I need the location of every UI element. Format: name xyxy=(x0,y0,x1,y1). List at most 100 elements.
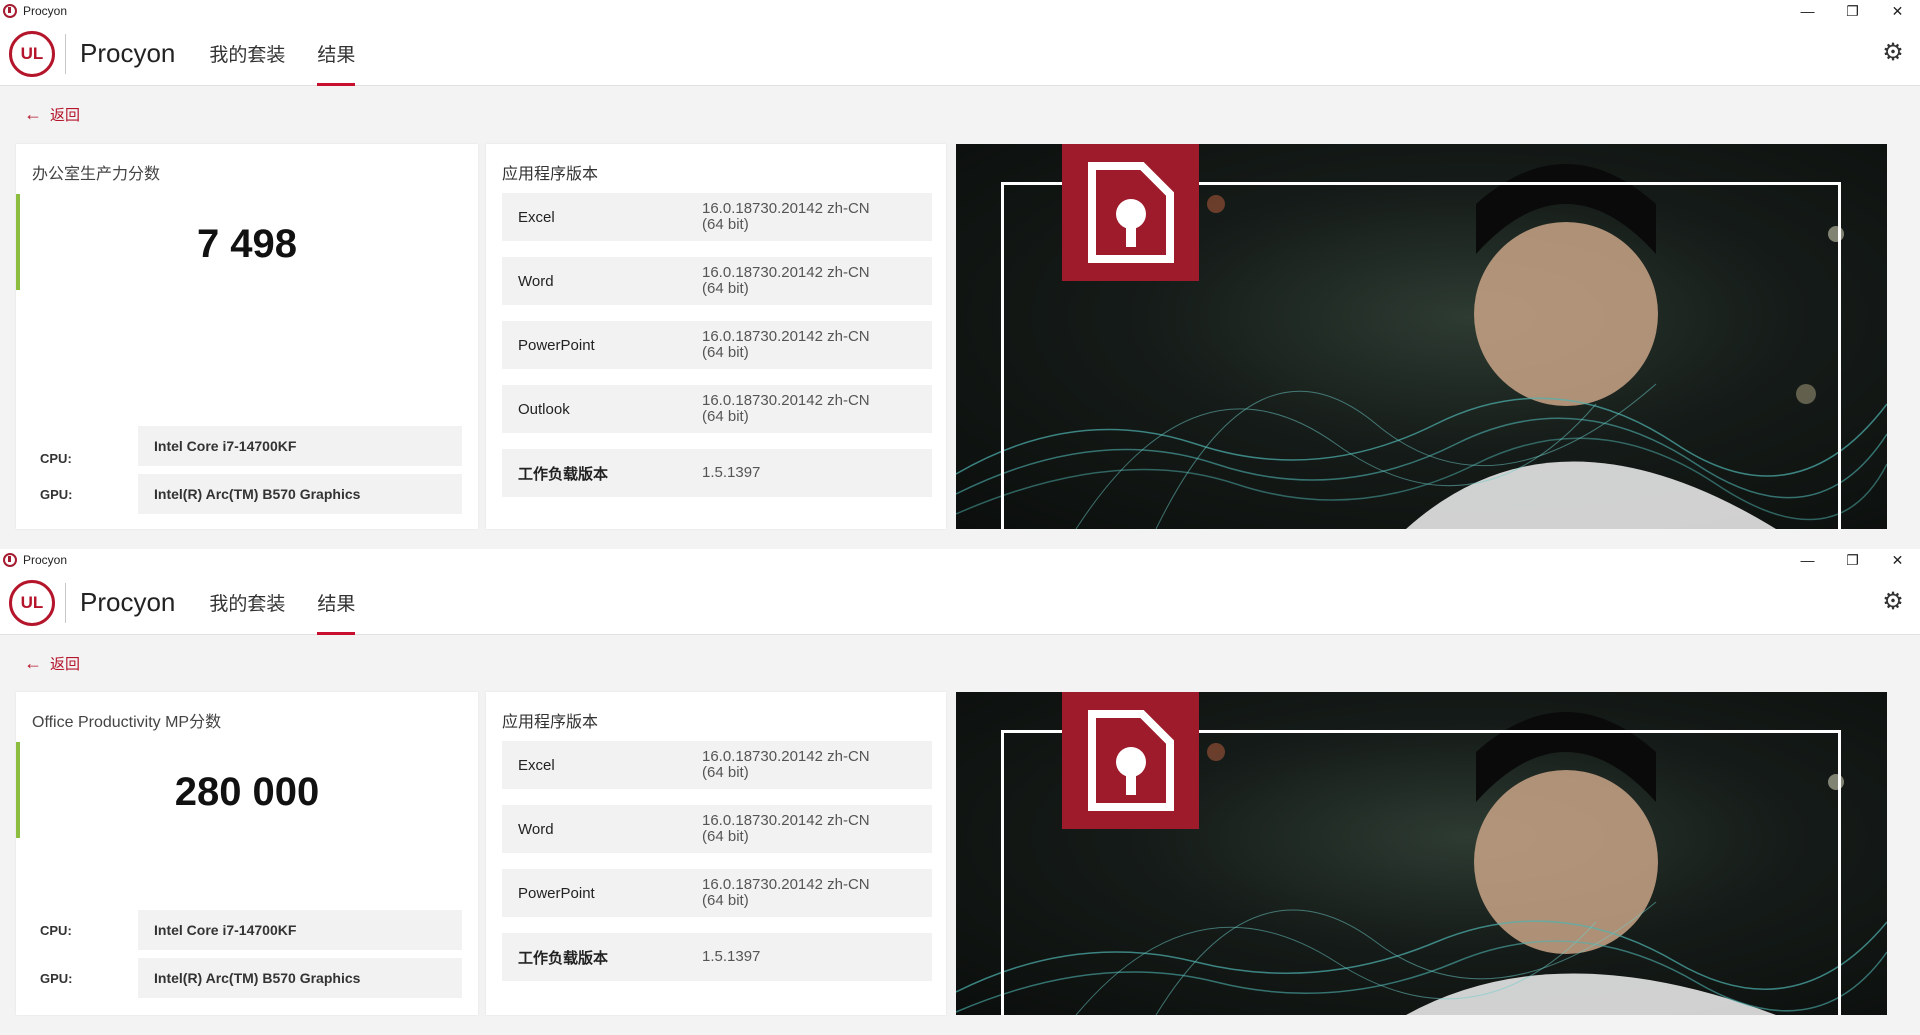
app-row-workload: 工作负载版本 1.5.1397 xyxy=(502,449,932,497)
app-versions-heading: 应用程序版本 xyxy=(502,166,599,183)
nav-my-suites[interactable]: 我的套装 xyxy=(209,22,285,86)
app-version-line2: (64 bit) xyxy=(702,216,749,233)
nav-my-suites[interactable]: 我的套装 xyxy=(209,571,285,635)
procyon-window-2: Procyon — ❐ ✕ UL Procyon 我的套装 结果 ⚙ ← 返回 … xyxy=(0,549,1920,1035)
nav-results[interactable]: 结果 xyxy=(317,571,356,635)
gpu-value: Intel(R) Arc(TM) B570 Graphics xyxy=(138,474,462,514)
window-title: Procyon xyxy=(23,553,68,567)
cpu-label: CPU: xyxy=(40,922,72,938)
app-versions-heading: 应用程序版本 xyxy=(502,714,599,731)
app-versions-card: 应用程序版本 Excel 16.0.18730.20142 zh-CN (64 b… xyxy=(486,692,946,1015)
app-versions-card: 应用程序版本 Excel 16.0.18730.20142 zh-CN (64 b… xyxy=(486,144,946,529)
minimize-button[interactable]: — xyxy=(1785,0,1830,22)
score-heading: Office Productivity MP分数 xyxy=(32,714,222,731)
gear-icon[interactable]: ⚙ xyxy=(1880,40,1906,66)
app-row-workload: 工作负载版本 1.5.1397 xyxy=(502,933,932,981)
restore-button[interactable]: ❐ xyxy=(1830,0,1875,22)
app-version-line2: (64 bit) xyxy=(702,344,749,361)
app-version: 16.0.18730.20142 zh-CN (64 bit) xyxy=(702,813,870,845)
app-version-line1: 16.0.18730.20142 zh-CN xyxy=(702,264,870,281)
logo-divider xyxy=(65,33,66,74)
gpu-row: GPU: Intel(R) Arc(TM) B570 Graphics xyxy=(16,958,478,998)
app-version: 16.0.18730.20142 zh-CN (64 bit) xyxy=(702,201,870,233)
app-version: 16.0.18730.20142 zh-CN (64 bit) xyxy=(702,393,870,425)
document-icon xyxy=(1062,144,1199,281)
close-button[interactable]: ✕ xyxy=(1875,549,1920,571)
cpu-row: CPU: Intel Core i7-14700KF xyxy=(16,910,478,950)
brand-name: Procyon xyxy=(80,587,176,617)
app-version-line2: (64 bit) xyxy=(702,280,749,297)
app-row-word: Word 16.0.18730.20142 zh-CN (64 bit) xyxy=(502,257,932,305)
app-version-line1: 16.0.18730.20142 zh-CN xyxy=(702,392,870,409)
app-version-line2: (64 bit) xyxy=(702,828,749,845)
app-name: 工作负载版本 xyxy=(518,465,609,483)
gear-icon[interactable]: ⚙ xyxy=(1880,589,1906,615)
app-version: 16.0.18730.20142 zh-CN (64 bit) xyxy=(702,749,870,781)
app-version: 16.0.18730.20142 zh-CN (64 bit) xyxy=(702,329,870,361)
app-name: Excel xyxy=(518,208,555,226)
app-icon xyxy=(3,553,17,567)
back-arrow-icon: ← xyxy=(24,653,42,673)
back-arrow-icon: ← xyxy=(24,104,42,124)
window-controls: — ❐ ✕ xyxy=(1785,0,1920,22)
gpu-value: Intel(R) Arc(TM) B570 Graphics xyxy=(138,958,462,998)
app-name: PowerPoint xyxy=(518,336,595,354)
app-version-line2: (64 bit) xyxy=(702,408,749,425)
back-link[interactable]: ← 返回 xyxy=(24,104,80,125)
back-label: 返回 xyxy=(50,656,81,673)
app-row-word: Word 16.0.18730.20142 zh-CN (64 bit) xyxy=(502,805,932,853)
gpu-label: GPU: xyxy=(40,970,73,986)
app-name: Word xyxy=(518,272,554,290)
app-name: Outlook xyxy=(518,400,570,418)
brand-name: Procyon xyxy=(80,38,176,68)
ul-logo: UL xyxy=(9,579,55,626)
app-version-line1: 16.0.18730.20142 zh-CN xyxy=(702,876,870,893)
app-header: UL Procyon 我的套装 结果 ⚙ xyxy=(0,571,1920,635)
score-card: 办公室生产力分数 7 498 CPU: Intel Core i7-14700K… xyxy=(16,144,478,529)
window-title: Procyon xyxy=(23,4,68,18)
app-name: Word xyxy=(518,820,554,838)
app-version-line1: 16.0.18730.20142 zh-CN xyxy=(702,200,870,217)
minimize-button[interactable]: — xyxy=(1785,549,1830,571)
close-button[interactable]: ✕ xyxy=(1875,0,1920,22)
app-version-line2: (64 bit) xyxy=(702,892,749,909)
cpu-value: Intel Core i7-14700KF xyxy=(138,910,462,950)
cpu-label: CPU: xyxy=(40,450,72,466)
score-value: 280 000 xyxy=(174,770,320,814)
back-link[interactable]: ← 返回 xyxy=(24,653,80,674)
ul-logo: UL xyxy=(9,30,55,77)
hero-image xyxy=(956,144,1887,529)
title-bar: Procyon — ❐ ✕ xyxy=(0,549,1920,571)
app-version-line1: 16.0.18730.20142 zh-CN xyxy=(702,748,870,765)
cpu-value: Intel Core i7-14700KF xyxy=(138,426,462,466)
app-version-line2: (64 bit) xyxy=(702,764,749,781)
app-row-powerpoint: PowerPoint 16.0.18730.20142 zh-CN (64 bit… xyxy=(502,321,932,369)
app-version-line1: 16.0.18730.20142 zh-CN xyxy=(702,812,870,829)
hero-image xyxy=(956,692,1887,1015)
app-version: 1.5.1397 xyxy=(702,948,761,965)
app-name: Excel xyxy=(518,756,555,774)
app-header: UL Procyon 我的套装 结果 ⚙ xyxy=(0,22,1920,86)
app-row-excel: Excel 16.0.18730.20142 zh-CN (64 bit) xyxy=(502,193,932,241)
gpu-row: GPU: Intel(R) Arc(TM) B570 Graphics xyxy=(16,474,478,514)
app-version: 16.0.18730.20142 zh-CN (64 bit) xyxy=(702,265,870,297)
window-controls: — ❐ ✕ xyxy=(1785,549,1920,571)
app-row-outlook: Outlook 16.0.18730.20142 zh-CN (64 bit) xyxy=(502,385,932,433)
back-label: 返回 xyxy=(50,107,81,124)
restore-button[interactable]: ❐ xyxy=(1830,549,1875,571)
app-version: 1.5.1397 xyxy=(702,464,761,481)
nav-results[interactable]: 结果 xyxy=(317,22,356,86)
score-heading: 办公室生产力分数 xyxy=(32,166,161,183)
app-version-line1: 16.0.18730.20142 zh-CN xyxy=(702,328,870,345)
app-name: 工作负载版本 xyxy=(518,949,609,967)
score-value: 7 498 xyxy=(196,222,298,266)
document-icon xyxy=(1062,692,1199,829)
cpu-row: CPU: Intel Core i7-14700KF xyxy=(16,426,478,466)
gpu-label: GPU: xyxy=(40,486,73,502)
app-icon xyxy=(3,4,17,18)
app-row-powerpoint: PowerPoint 16.0.18730.20142 zh-CN (64 bit… xyxy=(502,869,932,917)
score-card: Office Productivity MP分数 280 000 CPU: In… xyxy=(16,692,478,1015)
procyon-window-1: Procyon — ❐ ✕ UL Procyon 我的套装 结果 ⚙ ← 返回 … xyxy=(0,0,1920,549)
title-bar: Procyon — ❐ ✕ xyxy=(0,0,1920,22)
logo-divider xyxy=(65,582,66,623)
